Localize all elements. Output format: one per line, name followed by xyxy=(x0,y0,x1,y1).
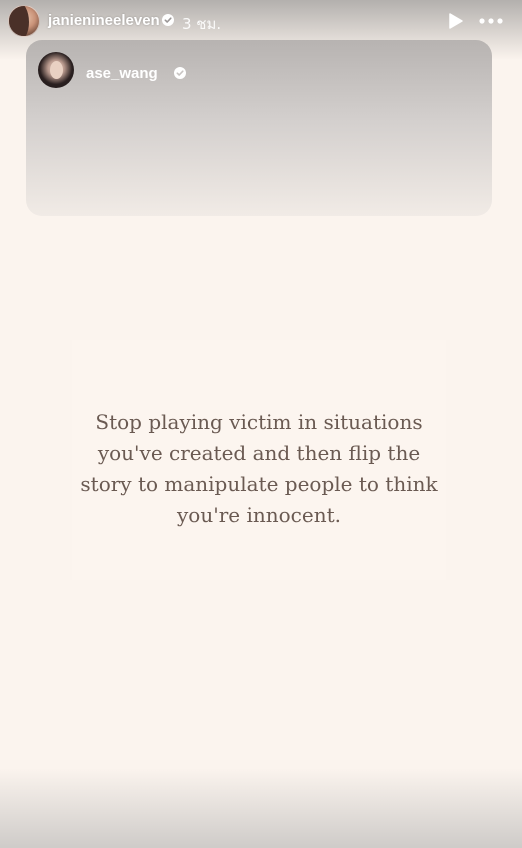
story-viewer[interactable]: ase_wang janienineeleven 3 ชม. Stop play… xyxy=(0,0,522,848)
verified-badge-icon xyxy=(174,67,186,79)
avatar-hair xyxy=(9,6,29,36)
shared-post-card[interactable]: ase_wang xyxy=(26,40,492,216)
more-options-icon[interactable] xyxy=(478,12,504,30)
avatar-face xyxy=(50,61,63,79)
bottom-gradient xyxy=(0,768,522,848)
play-icon[interactable] xyxy=(446,12,464,30)
story-username[interactable]: janienineeleven xyxy=(48,12,160,29)
shared-post-username[interactable]: ase_wang xyxy=(86,65,158,82)
quote-text: Stop playing victim in situations you've… xyxy=(80,410,438,527)
shared-post-avatar[interactable] xyxy=(38,52,74,88)
story-timestamp: 3 ชม. xyxy=(182,15,222,33)
verified-badge-icon xyxy=(162,14,174,26)
story-header: janienineeleven 3 ชม. xyxy=(0,0,522,44)
quote-image: Stop playing victim in situations you've… xyxy=(72,340,446,580)
profile-avatar[interactable] xyxy=(8,5,40,37)
